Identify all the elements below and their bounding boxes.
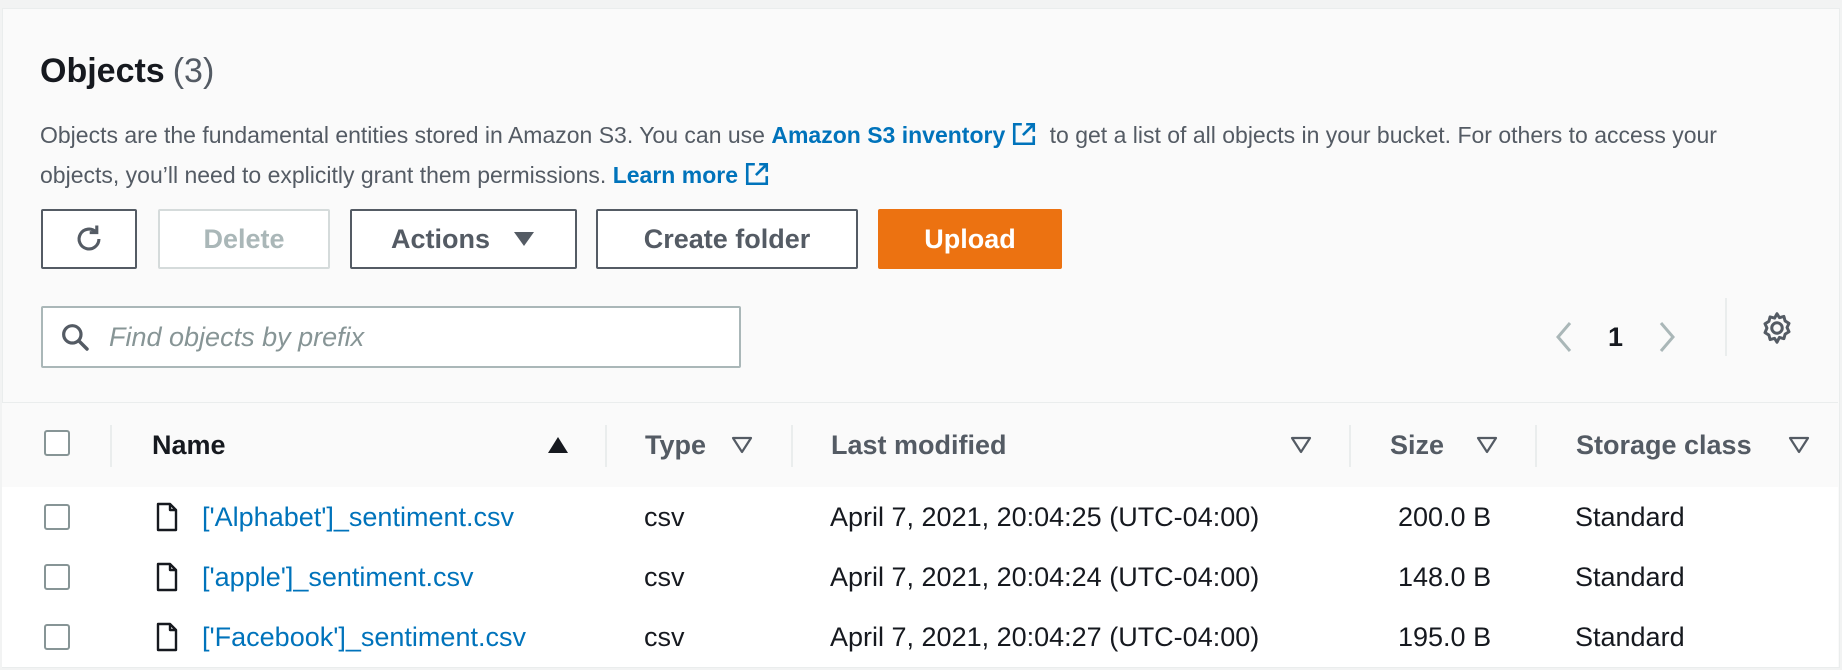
objects-description: Objects are the fundamental entities sto… — [40, 115, 1800, 195]
page-title: Objects — [40, 52, 165, 90]
search-input[interactable] — [107, 320, 739, 354]
pagination-divider — [1725, 298, 1727, 356]
table-row[interactable]: ['apple']_sentiment.csv csv April 7, 202… — [2, 547, 1838, 608]
column-label-storage-class: Storage class — [1576, 429, 1752, 460]
refresh-button[interactable] — [41, 209, 137, 269]
sort-icon — [1788, 436, 1810, 454]
row-checkbox[interactable] — [44, 624, 70, 650]
column-header-name[interactable]: Name — [152, 403, 572, 487]
column-label-type: Type — [645, 429, 707, 460]
object-type: csv — [644, 501, 685, 532]
gear-icon[interactable] — [1759, 310, 1795, 346]
object-last-modified: April 7, 2021, 20:04:27 (UTC-04:00) — [830, 621, 1260, 652]
caret-down-icon — [514, 232, 534, 246]
file-icon — [156, 562, 178, 592]
row-checkbox[interactable] — [44, 504, 70, 530]
create-folder-button[interactable]: Create folder — [596, 209, 858, 269]
column-label-last-modified: Last modified — [831, 429, 1007, 460]
object-storage-class: Standard — [1575, 501, 1685, 532]
object-count: (3) — [172, 52, 215, 90]
external-link-icon[interactable] — [1011, 121, 1037, 147]
sort-icon — [731, 436, 753, 454]
object-type: csv — [644, 561, 685, 592]
column-divider — [791, 425, 793, 467]
column-header-storage-class[interactable]: Storage class — [1576, 403, 1816, 487]
table-header: Name Type Last modified Size Storage cla… — [2, 402, 1838, 488]
object-name-link[interactable]: ['apple']_sentiment.csv — [202, 547, 473, 607]
column-header-type[interactable]: Type — [645, 403, 765, 487]
column-label-size: Size — [1390, 429, 1445, 460]
external-link-icon[interactable] — [744, 161, 770, 187]
object-size: 195.0 B — [1398, 621, 1492, 652]
column-header-size[interactable]: Size — [1390, 403, 1510, 487]
object-name-link[interactable]: ['Facebook']_sentiment.csv — [202, 607, 526, 667]
table-row[interactable]: ['Alphabet']_sentiment.csv csv April 7, … — [2, 487, 1838, 548]
object-size: 200.0 B — [1398, 501, 1492, 532]
table-row[interactable]: ['Facebook']_sentiment.csv csv April 7, … — [2, 607, 1838, 668]
pagination: 1 — [1552, 306, 1679, 368]
learn-more-link[interactable]: Learn more — [613, 162, 738, 188]
chevron-right-icon[interactable] — [1655, 319, 1679, 355]
column-divider — [1349, 425, 1351, 467]
select-all-checkbox[interactable] — [44, 430, 70, 456]
object-size: 148.0 B — [1398, 561, 1492, 592]
column-label-name: Name — [152, 429, 226, 460]
upload-button[interactable]: Upload — [878, 209, 1062, 269]
delete-button[interactable]: Delete — [158, 209, 330, 269]
sort-ascending-icon — [548, 437, 568, 453]
objects-header: Objects (3) — [40, 52, 214, 91]
actions-button[interactable]: Actions — [350, 209, 577, 269]
column-divider — [110, 425, 112, 467]
column-divider — [1535, 425, 1537, 467]
search-field[interactable] — [41, 306, 741, 368]
object-last-modified: April 7, 2021, 20:04:24 (UTC-04:00) — [830, 561, 1260, 592]
column-header-last-modified[interactable]: Last modified — [831, 403, 1312, 487]
refresh-icon — [77, 225, 101, 251]
object-storage-class: Standard — [1575, 561, 1685, 592]
search-icon — [62, 324, 89, 351]
current-page[interactable]: 1 — [1608, 322, 1623, 353]
sort-icon — [1476, 436, 1498, 454]
s3-inventory-link[interactable]: Amazon S3 inventory — [771, 122, 1005, 148]
row-checkbox[interactable] — [44, 564, 70, 590]
file-icon — [156, 502, 178, 532]
sort-icon — [1290, 436, 1312, 454]
object-storage-class: Standard — [1575, 621, 1685, 652]
file-icon — [156, 622, 178, 652]
actions-label: Actions — [390, 223, 490, 254]
object-type: csv — [644, 621, 685, 652]
chevron-left-icon[interactable] — [1552, 319, 1576, 355]
object-last-modified: April 7, 2021, 20:04:25 (UTC-04:00) — [830, 501, 1260, 532]
column-divider — [605, 425, 607, 467]
object-name-link[interactable]: ['Alphabet']_sentiment.csv — [202, 487, 514, 547]
description-text-1: Objects are the fundamental entities sto… — [40, 122, 772, 148]
